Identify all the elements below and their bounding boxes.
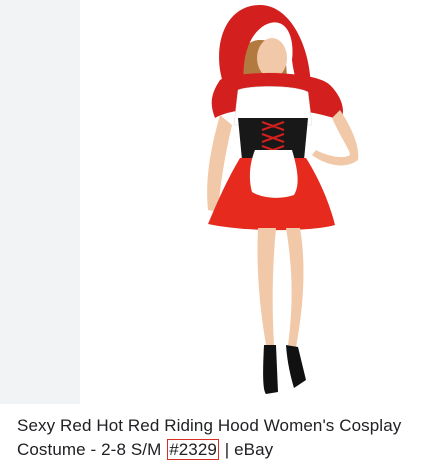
result-title[interactable]: Sexy Red Hot Red Riding Hood Women's Cos… — [17, 414, 417, 462]
result-title-line-2[interactable]: Costume - 2-8 S/M #2329 | eBay — [17, 438, 417, 462]
result-title-prefix: Costume - 2-8 S/M — [17, 440, 167, 459]
result-title-line-1[interactable]: Sexy Red Hot Red Riding Hood Women's Cos… — [17, 414, 417, 438]
product-photo[interactable] — [80, 0, 426, 404]
item-number-highlight: #2329 — [167, 439, 219, 460]
costume-photo-illustration — [207, 5, 359, 394]
result-title-suffix: | eBay — [219, 440, 274, 459]
left-gray-panel — [0, 0, 80, 404]
search-result-card[interactable]: Sexy Red Hot Red Riding Hood Women's Cos… — [0, 0, 426, 472]
result-image-area[interactable] — [0, 0, 426, 404]
